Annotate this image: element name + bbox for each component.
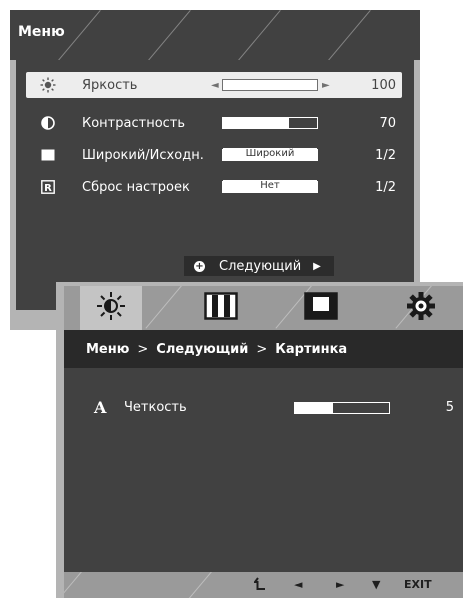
reset-glyph: R	[44, 183, 52, 194]
decrease-arrow-icon[interactable]: ◄	[211, 80, 219, 91]
menu-body: Яркость ◄ ► 100 Контрастность 70 Широкий…	[16, 60, 414, 310]
tab-settings[interactable]	[390, 286, 452, 330]
submenu-content: A Четкость 5	[64, 368, 463, 572]
down-arrow-icon[interactable]: ▼	[372, 578, 380, 591]
footer-bar: ◄ ► ▼ EXIT	[64, 572, 463, 598]
screen-icon	[304, 292, 338, 324]
reset-option: Нет	[223, 180, 317, 192]
menu-item-reset[interactable]: R Сброс настроек Нет 1/2	[26, 174, 402, 200]
right-arrow-icon[interactable]: ►	[336, 578, 344, 591]
sharpness-slider[interactable]	[294, 402, 390, 414]
increase-arrow-icon[interactable]: ►	[322, 80, 330, 91]
menu-item-brightness[interactable]: Яркость ◄ ► 100	[26, 72, 402, 98]
breadcrumb: Меню > Следующий > Картинка	[64, 330, 463, 368]
sun-icon	[95, 290, 127, 326]
menu-item-label: Яркость	[82, 77, 138, 93]
menu-title-bar: Меню	[10, 10, 420, 60]
slider-fill	[295, 403, 333, 413]
breadcrumb-item[interactable]: Меню	[86, 342, 129, 357]
contrast-slider[interactable]	[222, 117, 318, 129]
picture-icon	[204, 292, 238, 324]
play-arrow-icon: ▶	[313, 260, 321, 272]
menu-item-label: Сброс настроек	[82, 179, 190, 195]
aspect-selector[interactable]: Широкий	[222, 148, 318, 161]
submenu-panel: Меню > Следующий > Картинка A Четкость 5…	[56, 282, 463, 598]
brightness-slider[interactable]	[222, 79, 318, 91]
breadcrumb-item[interactable]: Следующий	[156, 342, 248, 357]
contrast-icon	[40, 115, 56, 131]
left-arrow-icon[interactable]: ◄	[294, 578, 302, 591]
tab-picture[interactable]	[190, 286, 252, 330]
menu-item-label: Широкий/Исходн.	[82, 147, 204, 163]
back-icon[interactable]	[253, 577, 266, 594]
exit-button[interactable]: EXIT	[404, 578, 432, 591]
sharpness-icon: A	[94, 398, 107, 417]
reset-selector[interactable]: Нет	[222, 180, 318, 193]
tab-bar	[64, 286, 463, 330]
sharpness-value: 5	[445, 400, 454, 415]
contrast-value: 70	[379, 115, 396, 131]
tab-brightness[interactable]	[80, 286, 142, 330]
breadcrumb-separator: >	[256, 341, 268, 357]
slider-fill	[223, 80, 317, 90]
gear-icon	[405, 290, 437, 326]
menu-item-wide-original[interactable]: Широкий/Исходн. Широкий 1/2	[26, 142, 402, 168]
reset-icon: R	[40, 179, 56, 195]
reset-value: 1/2	[375, 179, 396, 195]
menu-item-label: Четкость	[124, 400, 187, 415]
sun-icon	[40, 77, 56, 93]
breadcrumb-current: Картинка	[275, 341, 348, 357]
aspect-option: Широкий	[223, 148, 317, 160]
menu-item-contrast[interactable]: Контрастность 70	[26, 110, 402, 136]
tab-screen[interactable]	[290, 286, 352, 330]
brightness-value: 100	[371, 77, 396, 93]
next-button-label: Следующий	[219, 258, 302, 274]
slider-fill	[223, 118, 289, 128]
next-button[interactable]: + Следующий ▶	[184, 256, 334, 276]
rectangle-icon	[40, 147, 56, 163]
aspect-value: 1/2	[375, 147, 396, 163]
menu-item-label: Контрастность	[82, 115, 186, 131]
menu-title: Меню	[18, 24, 65, 40]
breadcrumb-separator: >	[137, 341, 149, 357]
menu-item-sharpness[interactable]: A Четкость 5	[84, 398, 454, 418]
plus-icon: +	[194, 260, 205, 272]
